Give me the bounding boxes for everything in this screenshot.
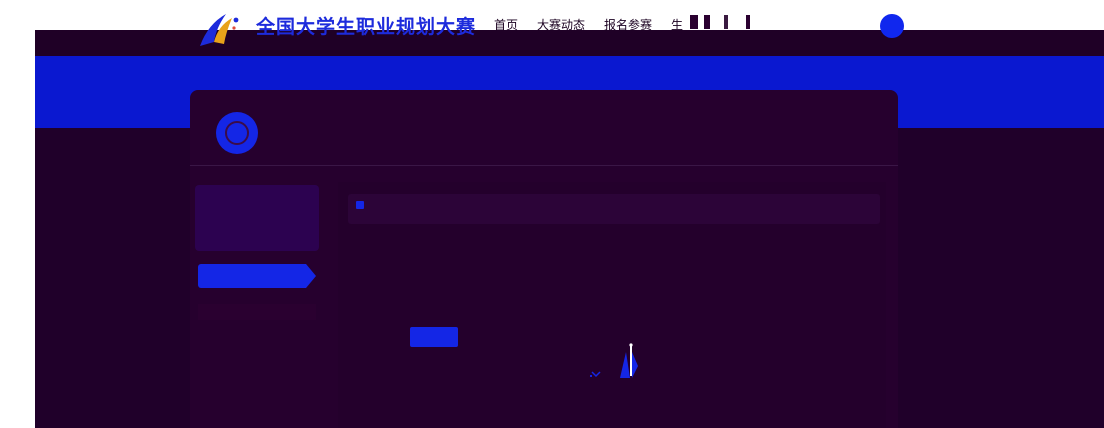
side-menu-item[interactable] [198,304,316,320]
notice-bar [348,194,880,224]
user-avatar-icon[interactable] [880,14,904,38]
search-icon [225,121,249,145]
side-card-label [233,209,281,227]
panel-header-divider [190,165,898,166]
nav-item-home[interactable]: 首页 [494,16,518,33]
nav-item-news[interactable]: 大赛动态 [537,16,585,33]
notice-text [370,198,876,220]
top-navigation-bar: 全国大学生职业规划大赛 首页 大赛动态 报名参赛 生 [0,0,1104,56]
content-area [338,182,886,428]
info-icon [356,201,364,209]
site-title[interactable]: 全国大学生职业规划大赛 [256,12,476,39]
main-panel [190,90,898,428]
nav-overflow-artifact [690,15,762,29]
empty-state-illustration [590,343,638,378]
profile-avatar[interactable] [216,112,258,154]
nav-item-register[interactable]: 报名参赛 [604,16,652,33]
competition-logo-icon[interactable] [196,10,242,50]
side-menu-active-item[interactable] [198,264,316,288]
action-button[interactable] [410,327,458,347]
side-profile-card[interactable] [195,185,319,251]
main-nav: 首页 大赛动态 报名参赛 生 [494,16,693,33]
